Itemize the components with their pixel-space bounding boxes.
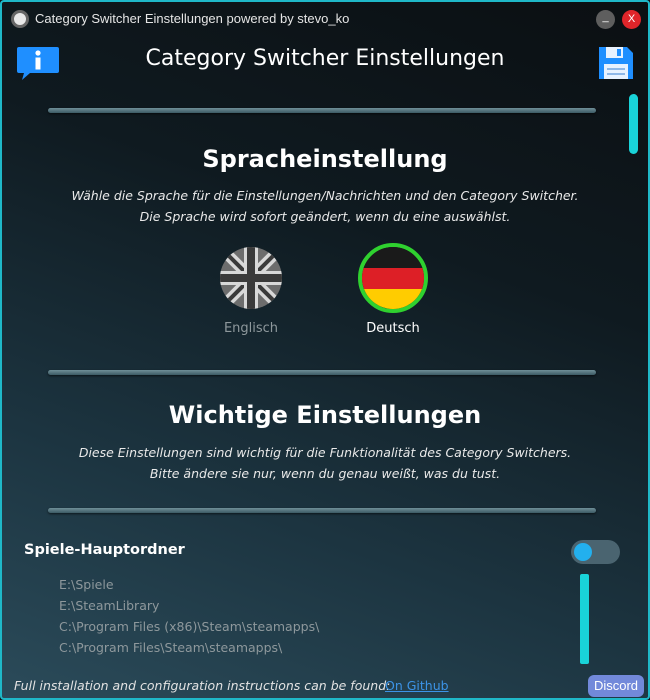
settings-divider — [48, 508, 596, 513]
folder-list-scrollbar[interactable] — [580, 574, 589, 664]
save-icon[interactable] — [597, 45, 635, 81]
games-folder-toggle[interactable] — [571, 540, 620, 564]
language-section-desc-2: Die Sprache wird sofort geändert, wenn d… — [139, 209, 511, 224]
close-button[interactable]: X — [622, 10, 641, 29]
games-folder-label: Spiele-Hauptordner — [24, 542, 185, 558]
important-section-desc-1: Diese Einstellungen sind wichtig für die… — [78, 445, 572, 460]
language-option-english[interactable]: Englisch — [211, 247, 291, 336]
folder-path-item[interactable]: E:\SteamLibrary — [59, 598, 159, 613]
minimize-button[interactable]: _ — [596, 10, 615, 29]
toggle-knob — [574, 543, 592, 561]
germany-flag-icon — [358, 243, 428, 313]
section-divider — [48, 370, 596, 375]
settings-window: Category Switcher Einstellungen powered … — [0, 0, 650, 700]
language-label-english: Englisch — [223, 321, 279, 336]
discord-button[interactable]: Discord — [588, 675, 644, 697]
page-title: Category Switcher Einstellungen — [145, 46, 505, 71]
language-section-title: Spracheinstellung — [202, 145, 448, 173]
footer-instructions: Full installation and configuration inst… — [14, 678, 391, 693]
uk-flag-icon — [220, 247, 282, 309]
window-title: Category Switcher Einstellungen powered … — [35, 11, 350, 26]
folder-path-item[interactable]: E:\Spiele — [59, 577, 114, 592]
important-section-title: Wichtige Einstellungen — [168, 401, 482, 429]
language-section-desc-1: Wähle die Sprache für die Einstellungen/… — [71, 188, 579, 203]
folder-path-item[interactable]: C:\Program Files\Steam\steamapps\ — [59, 640, 282, 655]
github-link[interactable]: On Github — [385, 678, 449, 693]
important-section-desc-2: Bitte ändere sie nur, wenn du genau weiß… — [149, 466, 501, 481]
app-logo-icon — [11, 10, 29, 28]
title-bar[interactable]: Category Switcher Einstellungen powered … — [2, 2, 648, 38]
language-label-german: Deutsch — [366, 321, 420, 336]
language-option-german[interactable]: Deutsch — [353, 243, 433, 336]
header-divider — [48, 108, 596, 113]
folder-path-item[interactable]: C:\Program Files (x86)\Steam\steamapps\ — [59, 619, 319, 634]
